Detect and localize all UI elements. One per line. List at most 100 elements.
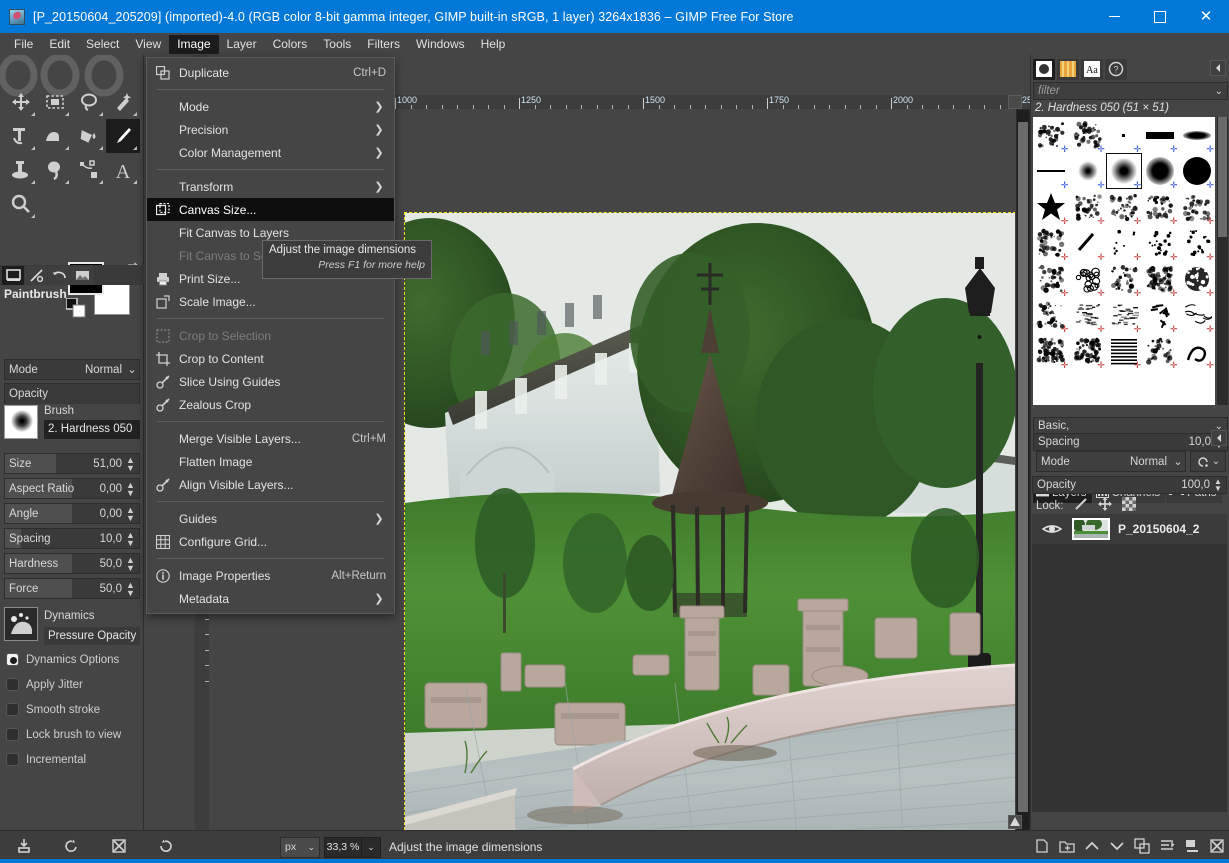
menu-item-metadata[interactable]: Metadata❯ [147, 587, 394, 610]
checkbox-dynamics-options[interactable]: Dynamics Options [6, 653, 119, 666]
menu-item-view[interactable]: View [127, 35, 169, 54]
checkbox-indicator[interactable] [6, 653, 19, 666]
chevron-down-icon[interactable]: ⌄ [1215, 86, 1227, 97]
menu-item-transform[interactable]: Transform❯ [147, 175, 394, 198]
menu-item-help[interactable]: Help [473, 35, 514, 54]
slider-angle[interactable]: Angle0,00▲▼ [4, 503, 140, 524]
brush-cell[interactable]: ✛ [1179, 333, 1215, 369]
reset-tool-options-icon[interactable] [158, 838, 174, 857]
menu-item-filters[interactable]: Filters [359, 35, 408, 54]
menu-item-colors[interactable]: Colors [265, 35, 316, 54]
dynamics-preview-icon[interactable] [4, 607, 38, 641]
brush-cell[interactable]: ✛ [1069, 117, 1105, 153]
paintbrush-tool[interactable] [106, 119, 140, 153]
tool-mode-row[interactable]: Mode Normal ⌄ [4, 359, 140, 380]
new-layer-group-icon[interactable] [1059, 838, 1075, 857]
restore-tool-preset-icon[interactable] [63, 838, 79, 857]
menu-item-precision[interactable]: Precision❯ [147, 118, 394, 141]
menu-item-duplicate[interactable]: DuplicateCtrl+D [147, 61, 394, 84]
images-tab[interactable] [71, 266, 93, 285]
lock-position-icon[interactable] [1098, 497, 1112, 514]
brush-cell[interactable]: ✛ [1106, 225, 1142, 261]
checkbox-smooth-stroke[interactable]: Smooth stroke [6, 703, 100, 716]
tool-opacity-row[interactable]: Opacity [4, 383, 140, 404]
brush-cell[interactable]: ✛ [1069, 225, 1105, 261]
slider-spacing[interactable]: Spacing10,0▲▼ [4, 528, 140, 549]
anchor-layer-icon[interactable] [1159, 838, 1175, 857]
layer-list[interactable]: P_20150604_2 [1032, 514, 1227, 812]
brush-cell[interactable]: ✛ [1142, 189, 1178, 225]
menu-item-select[interactable]: Select [78, 35, 127, 54]
menu-item-scale-image[interactable]: Scale Image... [147, 290, 394, 313]
menu-item-canvas-size[interactable]: Canvas Size... [147, 198, 394, 221]
unit-selector[interactable]: px ⌄ [280, 837, 320, 858]
menu-item-zealous-crop[interactable]: Zealous Crop [147, 393, 394, 416]
dynamics-value[interactable]: Pressure Opacity [44, 627, 140, 645]
brush-cell[interactable]: ✛ [1033, 297, 1069, 333]
chevron-down-icon[interactable]: ⌄ [307, 842, 315, 853]
menu-item-tools[interactable]: Tools [315, 35, 359, 54]
dynamics-selector[interactable]: Dynamics Pressure Opacity [4, 607, 140, 645]
menu-item-image-properties[interactable]: Image PropertiesAlt+Return [147, 564, 394, 587]
brush-cell[interactable]: ✛ [1106, 333, 1142, 369]
layer-visibility-icon[interactable] [1032, 522, 1072, 536]
checkbox-incremental[interactable]: Incremental [6, 753, 86, 766]
spinner-icon[interactable]: ▲▼ [125, 481, 136, 497]
paths-tool[interactable] [72, 153, 106, 187]
free-select-tool[interactable] [72, 85, 106, 119]
brush-cell[interactable]: ✛ [1106, 189, 1142, 225]
layer-row[interactable]: P_20150604_2 [1032, 514, 1227, 544]
brush-cell[interactable]: ✛ [1033, 153, 1069, 189]
brush-cell[interactable]: ✛ [1106, 153, 1142, 189]
brush-preview-icon[interactable] [4, 405, 38, 439]
maximize-icon[interactable] [1137, 0, 1183, 33]
save-tool-preset-icon[interactable] [16, 838, 32, 857]
brush-cell[interactable]: ✛ [1106, 261, 1142, 297]
checkbox-indicator[interactable] [6, 703, 19, 716]
brush-cell[interactable]: ✛ [1142, 153, 1178, 189]
brush-cell[interactable]: ✛ [1033, 225, 1069, 261]
reset-colors-icon[interactable] [66, 298, 88, 323]
spinner-icon[interactable]: ▲▼ [125, 581, 136, 597]
brush-selector[interactable]: Brush 2. Hardness 050 [4, 405, 140, 441]
checkbox-indicator[interactable] [6, 728, 19, 741]
clone-tool[interactable] [4, 153, 38, 187]
duplicate-layer-icon[interactable] [1134, 838, 1150, 857]
vertical-scrollbar-thumb[interactable] [1018, 122, 1028, 812]
menu-item-configure-grid[interactable]: Configure Grid... [147, 530, 394, 553]
brush-cell[interactable]: ✛ [1069, 261, 1105, 297]
spinner-icon[interactable]: ▲▼ [125, 456, 136, 472]
chevron-down-icon[interactable]: ⌄ [1171, 455, 1185, 468]
brush-cell[interactable]: ✛ [1033, 333, 1069, 369]
chevron-down-icon[interactable]: ⌄ [125, 363, 139, 376]
checkbox-apply-jitter[interactable]: Apply Jitter [6, 678, 83, 691]
minimize-icon[interactable] [1091, 0, 1137, 33]
transform-tool[interactable] [4, 119, 38, 153]
zoom-tool[interactable] [4, 187, 38, 221]
image-menu-dropdown[interactable]: DuplicateCtrl+DMode❯Precision❯Color Mana… [146, 57, 395, 614]
menu-item-crop-to-content[interactable]: Crop to Content [147, 347, 394, 370]
menu-item-flatten-image[interactable]: Flatten Image [147, 450, 394, 473]
brush-cell[interactable]: ✛ [1106, 297, 1142, 333]
lock-pixels-icon[interactable] [1074, 497, 1088, 514]
move-tool[interactable] [4, 85, 38, 119]
delete-tool-preset-icon[interactable] [111, 838, 127, 857]
smudge-tool[interactable] [38, 153, 72, 187]
menu-item-windows[interactable]: Windows [408, 35, 473, 54]
new-layer-icon[interactable] [1034, 838, 1050, 857]
image-canvas[interactable] [405, 213, 1015, 839]
brush-grid[interactable]: ✛✛✛✛✛✛✛✛✛✛✛✛✛✛✛✛✛✛✛✛✛✛✛✛✛✛✛✛✛✛✛✛✛✛✛ [1033, 117, 1215, 405]
checkbox-indicator[interactable] [6, 753, 19, 766]
brush-cell[interactable]: ✛ [1179, 225, 1215, 261]
merge-down-icon[interactable] [1184, 838, 1200, 857]
quickmask-toggle-button[interactable] [1008, 95, 1022, 109]
brush-cell[interactable]: ✛ [1179, 117, 1215, 153]
brush-cell[interactable]: ✛ [1179, 153, 1215, 189]
menu-item-edit[interactable]: Edit [41, 35, 78, 54]
tool-options-tab[interactable] [2, 266, 24, 285]
menu-item-image[interactable]: Image [169, 35, 218, 54]
brush-name-value[interactable]: 2. Hardness 050 [44, 420, 140, 439]
checkbox-indicator[interactable] [6, 678, 19, 691]
menu-item-color-management[interactable]: Color Management❯ [147, 141, 394, 164]
brush-cell[interactable]: ✛ [1033, 117, 1069, 153]
